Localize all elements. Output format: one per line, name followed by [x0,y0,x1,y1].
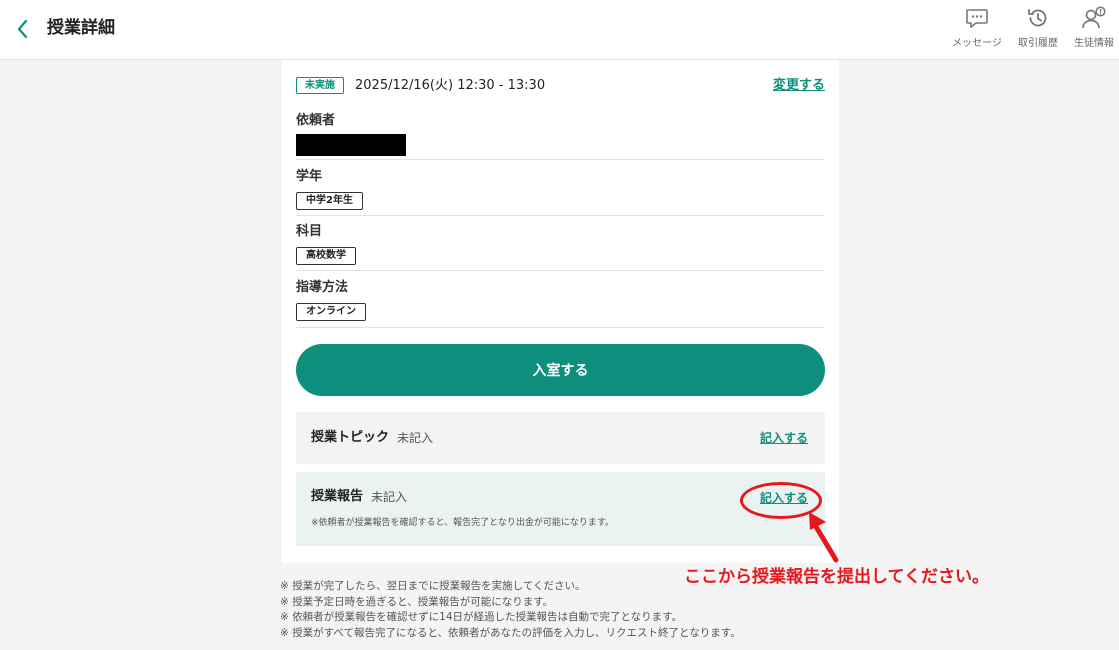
divider [296,327,825,328]
lesson-topic-panel: 授業トピック 未記入 記入する [296,412,825,464]
grade-tag: 中学2年生 [296,192,363,210]
note-item: ※ 授業予定日時を過ぎると、授業報告が可能になります。 [280,595,554,608]
history-clock-icon [1028,9,1047,27]
change-datetime-link[interactable]: 変更する [773,76,825,96]
subject-label: 科目 [296,224,323,239]
report-note: ※依頼者が授業報告を確認すると、報告完了となり出金が可能になります。 [311,518,615,528]
chat-bubble-icon [966,9,988,28]
note-item: ※ 授業が完了したら、翌日までに授業報告を実施してください。 [280,580,586,592]
notes-list: ※ 授業が完了したら、翌日までに授業報告を実施してください。 ※ 授業予定日時を… [280,579,741,641]
report-title: 授業報告 [311,489,364,504]
divider [296,159,825,160]
topic-title: 授業トピック [311,430,390,445]
topic-status: 未記入 [397,431,434,445]
divider [296,215,825,216]
requester-field: 依頼者 [296,112,825,161]
nav-messages[interactable]: メッセージ [949,4,1005,49]
page-title: 授業詳細 [47,18,115,38]
lesson-datetime: 2025/12/16(火) 12:30 - 13:30 [355,78,546,93]
nav-student-info[interactable]: 生徒情報 [1066,4,1119,49]
annotation-arrow-icon [809,512,839,563]
topic-write-link[interactable]: 記入する [760,428,808,448]
note-item: ※ 依頼者が授業報告を確認せずに14日が経過した授業報告は自動で完了となります。 [280,611,683,623]
subject-tag: 高校数学 [296,247,356,265]
requester-label: 依頼者 [296,113,336,128]
grade-label: 学年 [296,169,323,184]
nav-history[interactable]: 取引履歴 [1010,4,1066,49]
method-label: 指導方法 [296,280,349,295]
nav-messages-label: メッセージ [952,38,1002,49]
nav-student-info-label: 生徒情報 [1074,38,1114,49]
student-info-icon [1082,6,1106,29]
note-item: ※ 授業がすべて報告完了になると、依頼者があなたの評価を入力し、リクエスト終了と… [280,626,741,639]
grade-field: 学年 中学2年生 [296,168,825,217]
app-header: 授業詳細 メッセージ 取引履歴 生徒情報 [0,0,1119,60]
method-tag: オンライン [296,303,366,321]
nav-history-label: 取引履歴 [1018,38,1058,49]
redacted-requester-name [296,134,406,156]
status-badge: 未実施 [296,77,344,94]
method-field: 指導方法 オンライン [296,279,825,328]
lesson-status-row: 未実施 2025/12/16(火) 12:30 - 13:30 変更する [296,76,825,96]
subject-field: 科目 高校数学 [296,223,825,272]
back-chevron-icon[interactable] [12,16,34,42]
report-status: 未記入 [371,490,408,504]
divider [296,270,825,271]
enter-room-button[interactable]: 入室する [296,344,825,396]
